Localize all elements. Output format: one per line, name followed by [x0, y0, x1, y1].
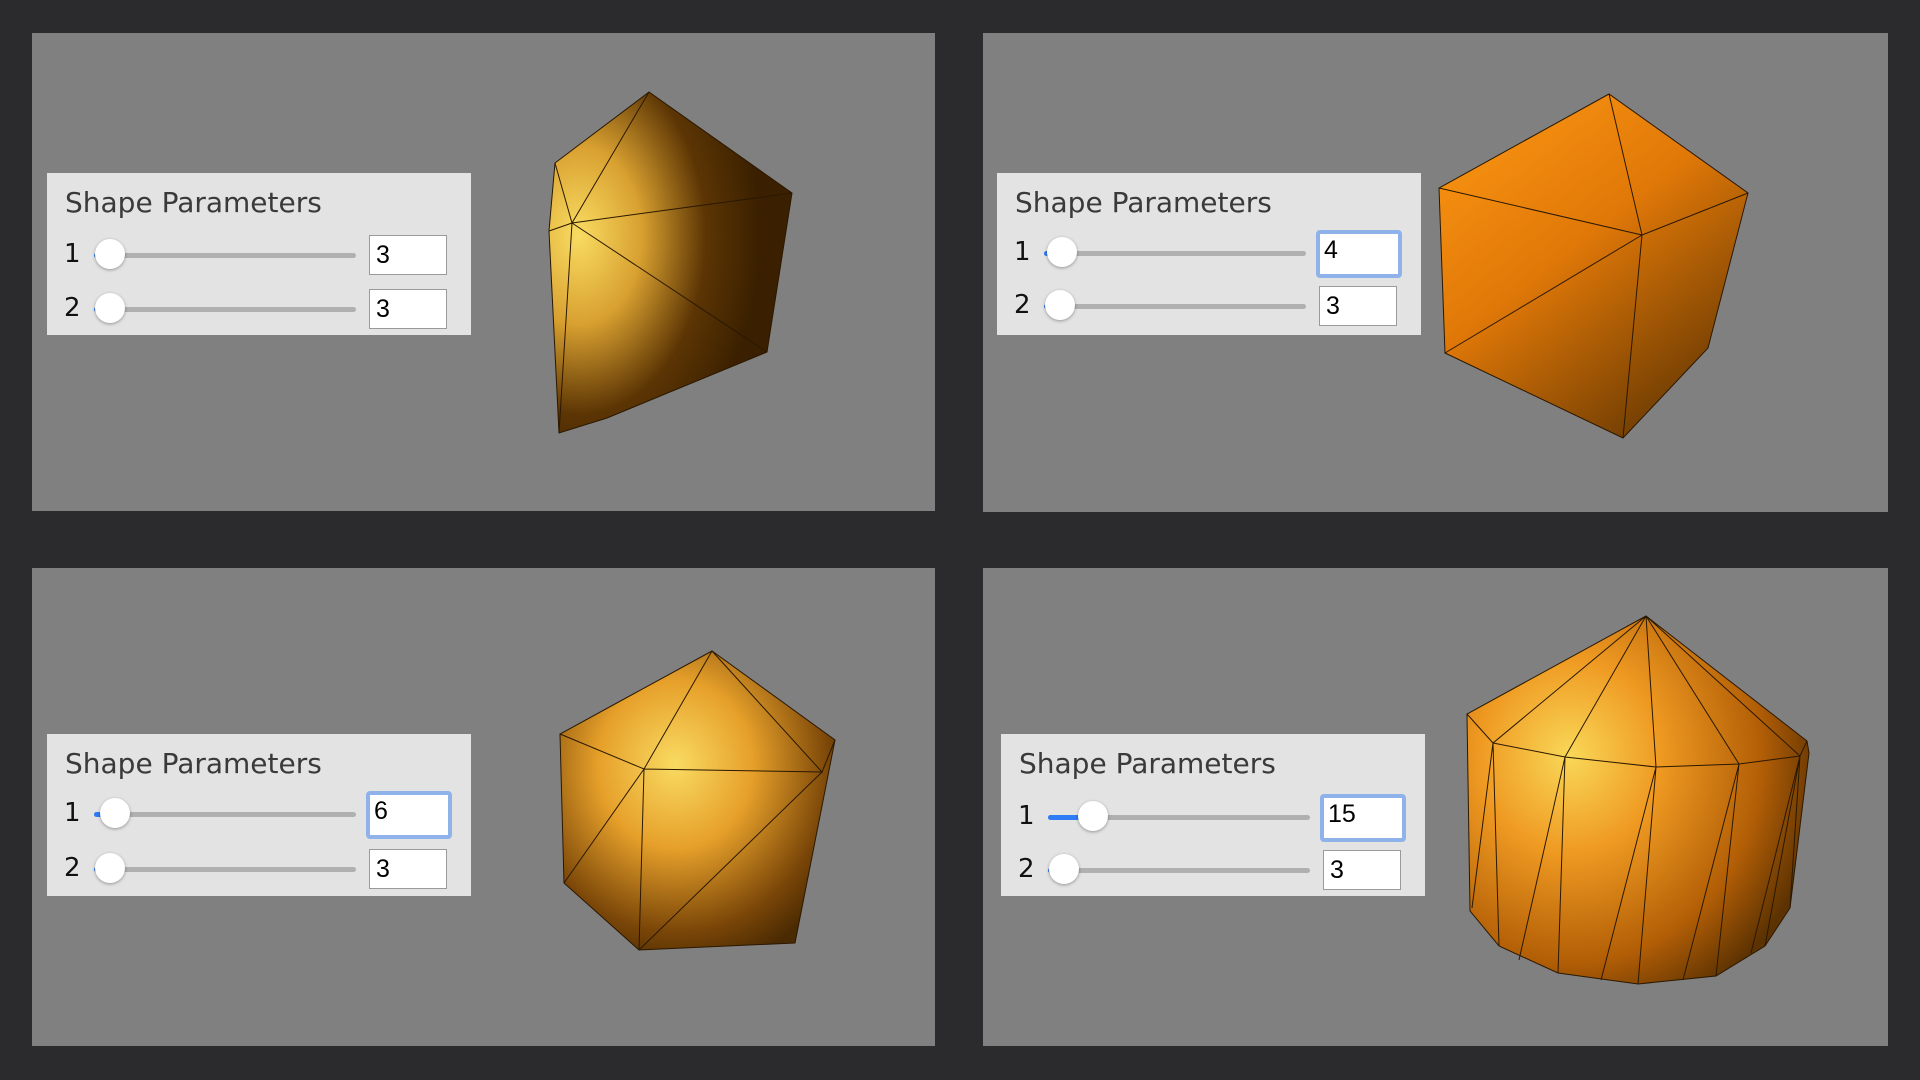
- parameter-label: 2: [1014, 290, 1031, 320]
- shape-parameters-panel: Shape Parameters 1 6 2 3: [47, 734, 471, 896]
- viewport-4[interactable]: Shape Parameters 1 15 2 3: [983, 568, 1888, 1046]
- parameter-value-field[interactable]: 15: [1320, 794, 1406, 842]
- panel-title: Shape Parameters: [65, 747, 322, 780]
- slider-knob[interactable]: [1048, 854, 1079, 884]
- parameter-slider[interactable]: [1044, 286, 1306, 326]
- shape-parameters-panel: Shape Parameters 1 15 2 3: [1001, 734, 1425, 896]
- parameter-row-2: 2 3: [47, 849, 471, 889]
- slider-track: [1044, 304, 1306, 309]
- parameter-row-2: 2 3: [1001, 850, 1425, 890]
- slider-knob[interactable]: [1044, 290, 1075, 320]
- parameter-value-field[interactable]: 3: [369, 235, 447, 275]
- parameter-value-field[interactable]: 3: [369, 289, 447, 329]
- slider-track: [1044, 251, 1306, 256]
- parameter-row-1: 1 4: [997, 230, 1421, 278]
- parameter-label: 2: [64, 293, 81, 323]
- slider-track: [1048, 868, 1310, 873]
- slider-knob[interactable]: [94, 293, 125, 323]
- viewport-1[interactable]: Shape Parameters 1 3 2 3: [32, 33, 935, 511]
- shape-parameters-panel: Shape Parameters 1 3 2 3: [47, 173, 471, 335]
- slider-track: [94, 867, 356, 872]
- parameter-slider[interactable]: [94, 289, 356, 329]
- parameter-slider[interactable]: [94, 794, 356, 834]
- parameter-label: 2: [64, 853, 81, 883]
- viewport-2[interactable]: Shape Parameters 1 4 2 3: [983, 33, 1888, 512]
- parameter-slider[interactable]: [94, 235, 356, 275]
- panel-title: Shape Parameters: [1015, 186, 1272, 219]
- slider-knob[interactable]: [94, 239, 125, 269]
- parameter-row-2: 2 3: [997, 286, 1421, 326]
- viewport-3[interactable]: Shape Parameters 1 6 2 3: [32, 568, 935, 1046]
- parameter-label: 1: [64, 239, 81, 269]
- slider-track: [94, 812, 356, 817]
- slider-knob[interactable]: [94, 853, 125, 883]
- parameter-slider[interactable]: [94, 849, 356, 889]
- parameter-row-2: 2 3: [47, 289, 471, 329]
- parameter-slider[interactable]: [1044, 233, 1306, 273]
- parameter-row-1: 1 3: [47, 235, 471, 275]
- panel-title: Shape Parameters: [65, 186, 322, 219]
- parameter-value-field[interactable]: 3: [369, 849, 447, 889]
- parameter-slider[interactable]: [1048, 797, 1310, 837]
- parameter-slider[interactable]: [1048, 850, 1310, 890]
- parameter-row-1: 1 6: [47, 791, 471, 839]
- slider-track: [94, 253, 356, 258]
- slider-knob[interactable]: [1077, 801, 1108, 831]
- parameter-value-field[interactable]: 3: [1319, 286, 1397, 326]
- slider-track: [94, 307, 356, 312]
- parameter-value-field[interactable]: 4: [1316, 230, 1402, 278]
- parameter-label: 1: [1014, 237, 1031, 267]
- parameter-label: 1: [1018, 801, 1035, 831]
- parameter-label: 2: [1018, 854, 1035, 884]
- shape-parameters-panel: Shape Parameters 1 4 2 3: [997, 173, 1421, 335]
- parameter-row-1: 1 15: [1001, 794, 1425, 842]
- parameter-value-field[interactable]: 3: [1323, 850, 1401, 890]
- parameter-value-field[interactable]: 6: [366, 791, 452, 839]
- slider-knob[interactable]: [1047, 237, 1078, 267]
- slider-knob[interactable]: [99, 798, 130, 828]
- panel-title: Shape Parameters: [1019, 747, 1276, 780]
- parameter-label: 1: [64, 798, 81, 828]
